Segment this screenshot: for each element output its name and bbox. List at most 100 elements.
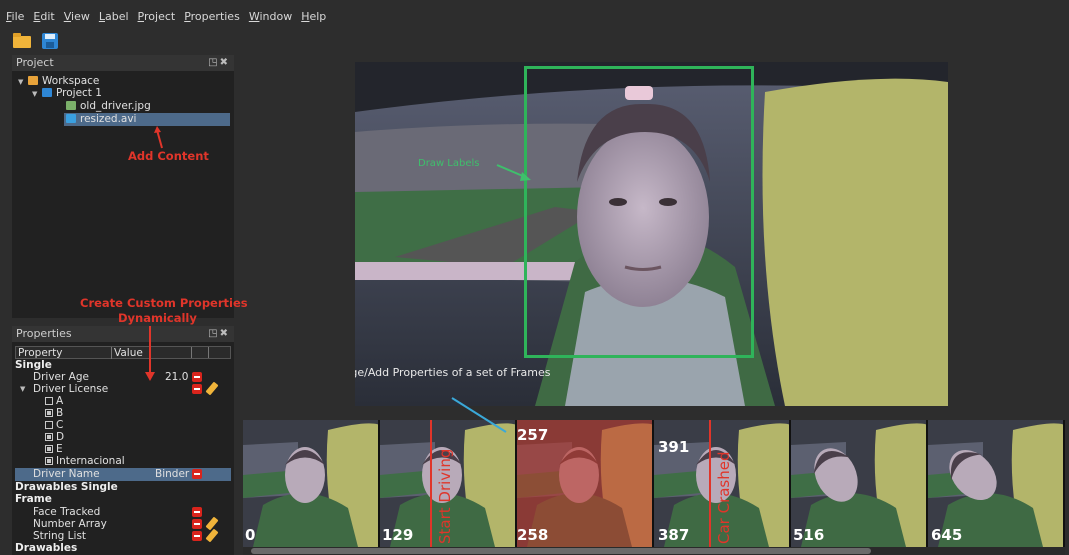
menu-label[interactable]: Label [99, 10, 129, 23]
tree-item-label: resized.avi [80, 113, 137, 125]
tree-item-label: Project 1 [56, 87, 102, 99]
workspace-icon [28, 76, 38, 85]
blue-arrow-icon [451, 397, 507, 433]
checkbox[interactable] [45, 421, 53, 429]
application-window: File Edit View Label Project Properties … [0, 0, 1069, 555]
frame-number: 258 [517, 526, 549, 544]
menu-help[interactable]: Help [301, 10, 326, 23]
section-drawables: Drawables [15, 542, 78, 554]
menu-properties[interactable]: Properties [184, 10, 240, 23]
frame-number: 0 [245, 526, 256, 544]
property-label: Face Tracked [33, 506, 101, 518]
menu-file[interactable]: File [6, 10, 24, 23]
face-label-bounding-box[interactable] [524, 66, 754, 358]
property-value[interactable]: 21.0 [165, 371, 188, 383]
open-folder-icon[interactable] [12, 32, 32, 50]
frame-number: 387 [658, 526, 690, 544]
license-option-b[interactable]: B [45, 407, 231, 419]
tree-item-label: Workspace [42, 75, 100, 87]
annotation-change-properties: Change/Add Properties of a set of Frames [355, 366, 551, 379]
menu-view[interactable]: View [64, 10, 90, 23]
project-panel-title: Project [16, 56, 54, 69]
annotation-add-content: Add Content [128, 149, 209, 163]
tree-item-video-file[interactable]: resized.avi [64, 113, 230, 126]
properties-panel-header: Properties ◳✖ [12, 326, 234, 342]
tree-item-image-file[interactable]: old_driver.jpg [66, 100, 151, 113]
section-single: Single [15, 359, 52, 371]
expand-arrow-icon[interactable]: ▼ [20, 383, 30, 395]
license-option-e[interactable]: E [45, 443, 231, 455]
option-label: B [56, 407, 64, 419]
folder-icon [42, 88, 52, 97]
save-disk-icon[interactable] [40, 32, 60, 50]
image-file-icon [66, 101, 76, 110]
event-label-start-driving: Start Driving [436, 448, 454, 544]
timeline-scrollbar[interactable] [243, 547, 1065, 555]
checkbox[interactable] [45, 457, 53, 465]
properties-panel-title: Properties [16, 327, 72, 340]
property-label: Number Array [33, 518, 107, 530]
menu-project[interactable]: Project [138, 10, 176, 23]
checkbox[interactable] [45, 397, 53, 405]
property-label: Driver License [33, 383, 109, 395]
timeline-strip[interactable]: 0 129 257 258 391 387 516 645 Start Driv… [243, 420, 1065, 547]
option-label: E [56, 443, 63, 455]
event-label-car-crashed: Car Crashed [715, 451, 733, 544]
option-label: D [56, 431, 65, 443]
frame-number: 129 [382, 526, 414, 544]
annotation-create-properties-line2: Dynamically [118, 311, 197, 325]
video-frame-viewer[interactable]: Draw Labels Change/Add Properties of a s… [355, 62, 948, 406]
option-label: C [56, 419, 64, 431]
license-option-c[interactable]: C [45, 419, 231, 431]
red-arrow-icon [154, 126, 163, 149]
properties-table-header: Property Value [15, 346, 231, 359]
license-option-a[interactable]: A [45, 395, 231, 407]
tree-item-label: old_driver.jpg [80, 100, 151, 112]
timeline-frame-thumbnail[interactable] [243, 420, 378, 547]
remove-property-icon[interactable] [192, 531, 202, 541]
property-label: String List [33, 530, 87, 542]
panel-float-close-icon[interactable]: ◳✖ [208, 326, 230, 342]
remove-property-icon[interactable] [192, 507, 202, 517]
column-header-property[interactable]: Property [18, 347, 62, 359]
frame-number: 645 [931, 526, 963, 544]
annotation-create-properties-line1: Create Custom Properties [80, 296, 248, 310]
menu-window[interactable]: Window [249, 10, 292, 23]
expand-arrow-icon[interactable]: ▼ [18, 76, 28, 89]
section-drawables-single-frame: Drawables Single [15, 481, 118, 493]
expand-arrow-icon[interactable]: ▼ [32, 88, 42, 101]
option-label: Internacional [56, 455, 125, 467]
license-option-internacional[interactable]: Internacional [45, 455, 231, 467]
tree-item-project[interactable]: ▼ Project 1 [32, 87, 102, 100]
column-header-value[interactable]: Value [111, 347, 143, 359]
remove-property-icon[interactable] [192, 384, 202, 394]
red-down-arrow-icon [145, 326, 155, 381]
event-marker-start-driving[interactable] [430, 420, 432, 547]
option-label: A [56, 395, 64, 407]
properties-panel: Properties ◳✖ Property Value Single Driv… [12, 326, 234, 555]
event-marker-car-crashed[interactable] [709, 420, 711, 547]
project-panel: Project ◳✖ ▼ Workspace ▼ Project 1 old_dri… [12, 55, 234, 318]
toolbar [12, 30, 60, 52]
property-label: Driver Name [33, 468, 100, 480]
property-label: Driver Age [33, 371, 89, 383]
checkbox[interactable] [45, 409, 53, 417]
project-panel-header: Project ◳✖ [12, 55, 234, 71]
menu-edit[interactable]: Edit [33, 10, 54, 23]
checkbox[interactable] [45, 445, 53, 453]
frame-number-top: 391 [658, 438, 690, 456]
license-option-d[interactable]: D [45, 431, 231, 443]
remove-property-icon[interactable] [192, 469, 202, 479]
remove-property-icon[interactable] [192, 519, 202, 529]
property-value[interactable]: Binder [155, 468, 189, 480]
remove-property-icon[interactable] [192, 372, 202, 382]
green-arrow-icon [496, 164, 531, 181]
checkbox[interactable] [45, 433, 53, 441]
scrollbar-thumb[interactable] [251, 548, 871, 554]
section-drawables-single-frame-cont: Frame [15, 493, 52, 505]
panel-float-close-icon[interactable]: ◳✖ [208, 55, 230, 71]
frame-number-top: 257 [517, 426, 549, 444]
menu-bar: File Edit View Label Project Properties … [6, 6, 335, 26]
annotation-draw-labels: Draw Labels [418, 158, 480, 169]
frame-number: 516 [793, 526, 825, 544]
